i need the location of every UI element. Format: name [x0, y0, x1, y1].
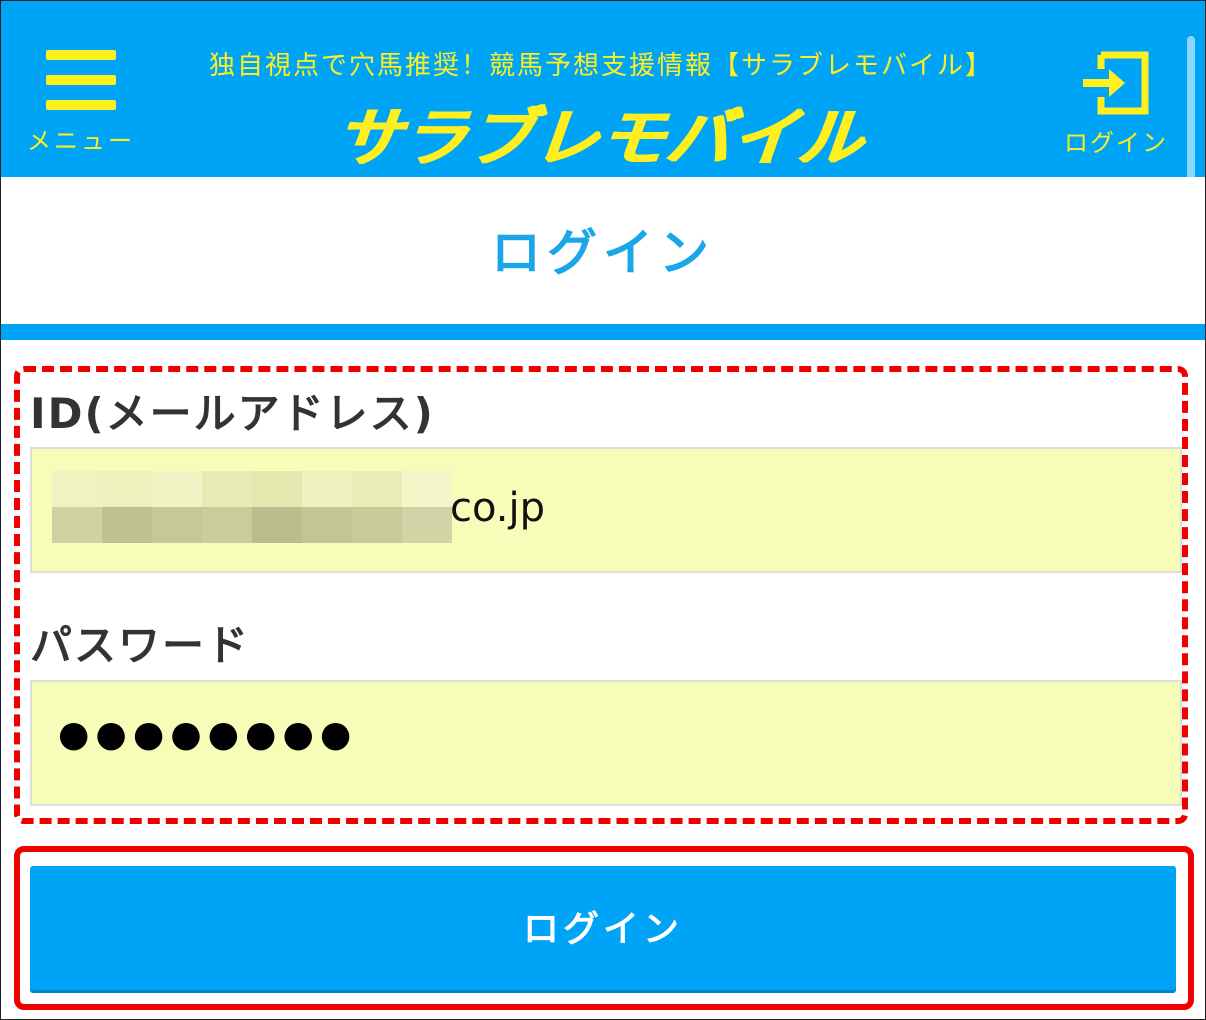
site-tagline: 独自視点で穴馬推奨！競馬予想支援情報【サラブレモバイル】 [208, 51, 993, 81]
menu-label: メニュー [27, 127, 135, 155]
header-login-button[interactable]: ログイン [1057, 45, 1175, 157]
site-header: メニュー 独自視点で穴馬推奨！競馬予想支援情報【サラブレモバイル】 サラブレモバ… [1, 1, 1205, 177]
password-input[interactable]: ●●●●●●●● [30, 680, 1182, 806]
header-login-label: ログイン [1064, 129, 1168, 157]
page-title: ログイン [491, 224, 715, 282]
login-submit-button[interactable]: ログイン [30, 866, 1176, 990]
hamburger-icon [46, 50, 116, 110]
email-input[interactable]: co.jp [30, 447, 1182, 573]
password-field-label: パスワード [30, 621, 251, 670]
email-value: co.jp [450, 485, 545, 531]
login-arrow-icon [1083, 51, 1149, 115]
brand-logo[interactable]: サラブレモバイル [296, 87, 906, 179]
password-value: ●●●●●●●● [58, 714, 358, 755]
title-underline-bar [1, 324, 1205, 340]
menu-button[interactable]: メニュー [21, 41, 141, 156]
id-field-label: ID(メールアドレス) [30, 389, 435, 438]
blurred-email-mosaic [52, 471, 452, 543]
